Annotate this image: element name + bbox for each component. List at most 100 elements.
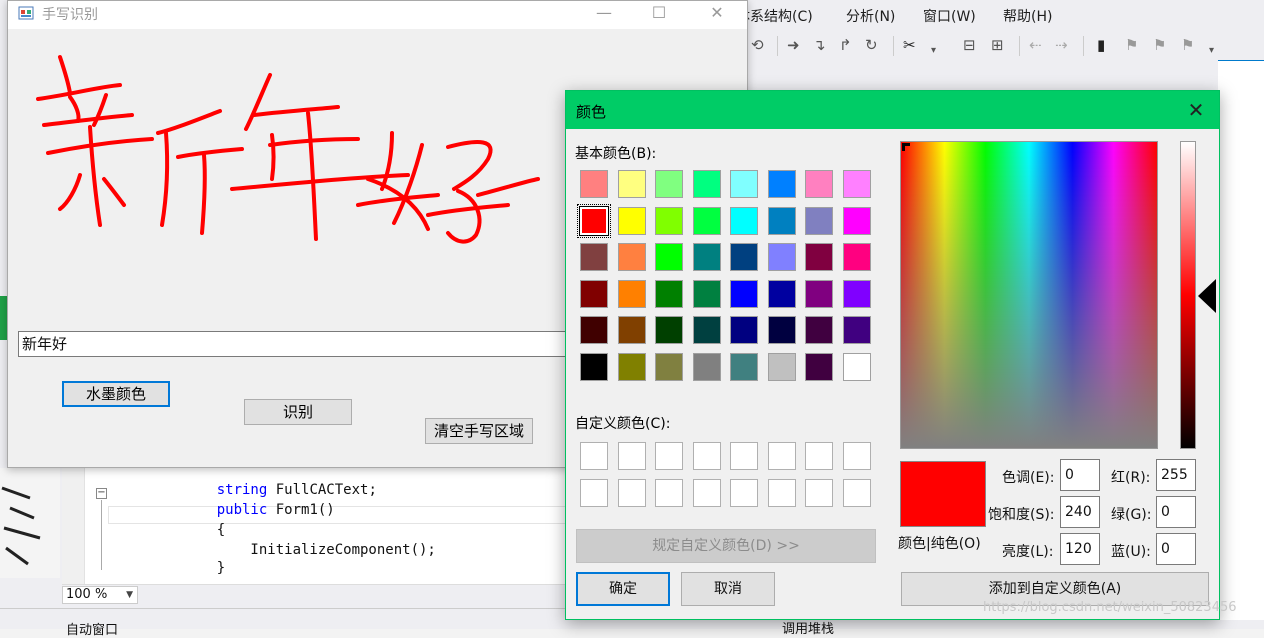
- custom-color-swatch[interactable]: [842, 442, 871, 470]
- hue-field[interactable]: 0: [1060, 459, 1100, 491]
- basic-color-swatch[interactable]: [805, 352, 833, 381]
- basic-color-swatch[interactable]: [617, 243, 646, 271]
- recognition-result-field[interactable]: 新年好: [18, 331, 578, 357]
- basic-color-swatch[interactable]: [805, 170, 833, 198]
- custom-color-swatch[interactable]: [692, 442, 721, 470]
- basic-color-swatch[interactable]: [730, 206, 758, 235]
- saturation-field[interactable]: 240: [1060, 496, 1100, 528]
- basic-color-swatch[interactable]: [655, 170, 683, 198]
- custom-color-swatch[interactable]: [730, 479, 758, 507]
- basic-color-swatch[interactable]: [842, 170, 871, 198]
- basic-color-swatch[interactable]: [692, 206, 721, 235]
- basic-color-swatch[interactable]: [692, 243, 721, 271]
- basic-color-swatch[interactable]: [842, 243, 871, 271]
- format-icon[interactable]: ⊞: [991, 36, 1004, 54]
- cancel-button[interactable]: 取消: [681, 572, 775, 606]
- basic-color-swatch[interactable]: [730, 316, 758, 344]
- basic-color-swatch[interactable]: [767, 279, 796, 308]
- overflow-icon[interactable]: ▾: [1209, 42, 1214, 60]
- basic-color-swatch[interactable]: [655, 352, 683, 381]
- blue-field[interactable]: 0: [1156, 533, 1196, 565]
- custom-color-swatch[interactable]: [617, 442, 646, 470]
- green-field[interactable]: 0: [1156, 496, 1196, 528]
- close-icon[interactable]: ✕: [694, 1, 740, 29]
- basic-color-swatch[interactable]: [655, 243, 683, 271]
- basic-color-swatch[interactable]: [655, 279, 683, 308]
- clear-canvas-button[interactable]: 清空手写区域: [425, 418, 533, 444]
- step-into-icon[interactable]: ↴: [813, 36, 826, 54]
- basic-color-swatch[interactable]: [730, 279, 758, 308]
- basic-color-swatch[interactable]: [580, 316, 608, 344]
- basic-color-swatch[interactable]: [617, 352, 646, 381]
- menu-window[interactable]: 窗口(W): [923, 6, 976, 26]
- restart-icon[interactable]: ↻: [865, 36, 878, 54]
- custom-color-swatch[interactable]: [655, 442, 683, 470]
- custom-color-swatch[interactable]: [580, 479, 608, 507]
- custom-color-swatch[interactable]: [767, 479, 796, 507]
- basic-color-swatch[interactable]: [617, 316, 646, 344]
- basic-color-swatch[interactable]: [730, 170, 758, 198]
- uncomment-icon[interactable]: ⇢: [1055, 36, 1068, 54]
- tools-icon[interactable]: ✂: [903, 36, 916, 54]
- custom-color-swatch[interactable]: [655, 479, 683, 507]
- basic-color-swatch[interactable]: [617, 279, 646, 308]
- minimize-icon[interactable]: —: [581, 1, 627, 29]
- basic-color-swatch[interactable]: [692, 316, 721, 344]
- custom-color-swatch[interactable]: [805, 479, 833, 507]
- menu-analyze[interactable]: 分析(N): [846, 6, 895, 26]
- red-field[interactable]: 255: [1156, 459, 1196, 491]
- custom-color-swatch[interactable]: [842, 479, 871, 507]
- basic-color-swatch[interactable]: [805, 316, 833, 344]
- align-icon[interactable]: ⊟: [963, 36, 976, 54]
- luminance-field[interactable]: 120: [1060, 533, 1100, 565]
- define-custom-colors-button[interactable]: 规定自定义颜色(D) >>: [576, 529, 876, 563]
- basic-color-swatch[interactable]: [577, 203, 611, 238]
- custom-color-swatch[interactable]: [580, 442, 608, 470]
- bookmark-icon[interactable]: ▮: [1097, 36, 1105, 54]
- basic-color-swatch[interactable]: [805, 243, 833, 271]
- custom-color-swatch[interactable]: [767, 442, 796, 470]
- basic-color-swatch[interactable]: [655, 316, 683, 344]
- collapse-icon[interactable]: −: [96, 488, 107, 499]
- basic-color-swatch[interactable]: [730, 352, 758, 381]
- basic-color-swatch[interactable]: [580, 279, 608, 308]
- basic-color-swatch[interactable]: [842, 316, 871, 344]
- ok-button[interactable]: 确定: [576, 572, 670, 606]
- basic-color-swatch[interactable]: [580, 170, 608, 198]
- basic-color-swatch[interactable]: [730, 243, 758, 271]
- basic-color-swatch[interactable]: [692, 170, 721, 198]
- menu-help[interactable]: 帮助(H): [1003, 6, 1052, 26]
- ink-color-button[interactable]: 水墨颜色: [62, 381, 170, 407]
- basic-color-swatch[interactable]: [580, 243, 608, 271]
- clear-bookmark-icon[interactable]: ⚑: [1181, 36, 1194, 54]
- custom-color-swatch[interactable]: [617, 479, 646, 507]
- close-icon[interactable]: ✕: [1173, 91, 1219, 129]
- refresh-icon[interactable]: ⟲: [751, 36, 764, 54]
- luminance-slider[interactable]: [1180, 141, 1196, 449]
- basic-color-swatch[interactable]: [655, 206, 683, 235]
- maximize-icon[interactable]: ☐: [636, 1, 682, 29]
- basic-color-swatch[interactable]: [842, 352, 871, 381]
- recognize-button[interactable]: 识别: [244, 399, 352, 425]
- basic-color-swatch[interactable]: [842, 279, 871, 308]
- basic-color-swatch[interactable]: [692, 279, 721, 308]
- custom-color-swatch[interactable]: [730, 442, 758, 470]
- basic-color-swatch[interactable]: [842, 206, 871, 235]
- basic-color-swatch[interactable]: [767, 352, 796, 381]
- dropdown-icon[interactable]: ▾: [931, 42, 936, 60]
- step-over-icon[interactable]: ➜: [787, 36, 800, 54]
- crosshair-icon[interactable]: [902, 143, 910, 151]
- comment-icon[interactable]: ⇠: [1029, 36, 1042, 54]
- step-out-icon[interactable]: ↱: [839, 36, 852, 54]
- basic-color-swatch[interactable]: [580, 352, 608, 381]
- basic-color-swatch[interactable]: [767, 316, 796, 344]
- call-stack-tab[interactable]: 调用堆栈: [782, 618, 834, 637]
- basic-color-swatch[interactable]: [767, 206, 796, 235]
- zoom-dropdown[interactable]: 100 % ▼: [62, 586, 138, 604]
- basic-color-swatch[interactable]: [617, 206, 646, 235]
- luminance-arrow-icon[interactable]: [1198, 279, 1216, 313]
- next-bookmark-icon[interactable]: ⚑: [1153, 36, 1166, 54]
- basic-color-swatch[interactable]: [617, 170, 646, 198]
- basic-color-swatch[interactable]: [692, 352, 721, 381]
- basic-color-swatch[interactable]: [805, 279, 833, 308]
